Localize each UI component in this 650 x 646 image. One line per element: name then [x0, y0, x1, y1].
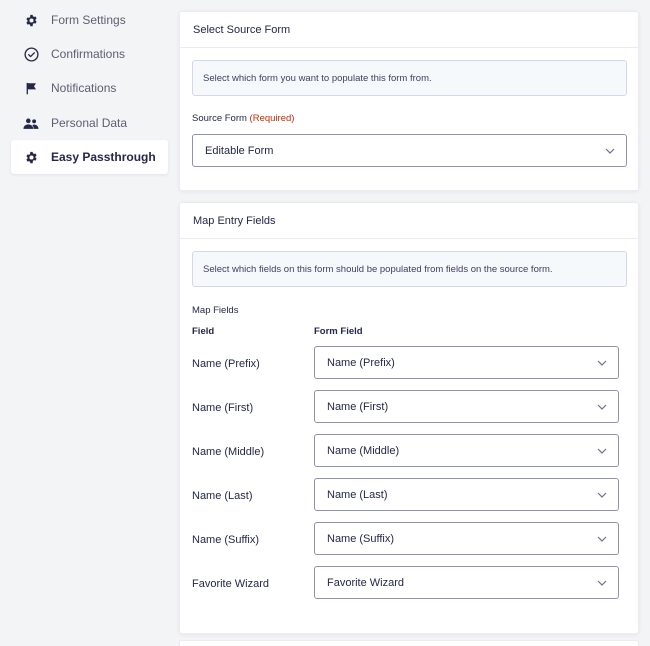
map-fields-label: Map Fields	[192, 305, 239, 316]
sidebar-item-form-settings[interactable]: Form Settings	[11, 3, 168, 37]
source-form-panel: Select Source Form Select which form you…	[179, 11, 639, 191]
field-label: Name (Prefix)	[192, 358, 260, 370]
sidebar-item-label: Confirmations	[51, 47, 126, 61]
map-field-value: Name (Suffix)	[327, 532, 395, 545]
chevron-down-icon	[597, 360, 607, 366]
map-field-value: Name (First)	[327, 400, 389, 413]
map-field-select[interactable]: Favorite Wizard	[314, 566, 619, 599]
chevron-down-icon	[605, 148, 615, 154]
flag-icon	[11, 82, 51, 95]
source-notice: Select which form you want to populate t…	[192, 60, 627, 96]
field-label: Name (Last)	[192, 490, 253, 502]
sidebar-item-personal-data[interactable]: Personal Data	[11, 106, 168, 140]
chevron-down-icon	[597, 536, 607, 542]
map-field-value: Name (Prefix)	[327, 356, 395, 369]
sidebar-item-label: Form Settings	[51, 13, 126, 27]
chevron-down-icon	[597, 580, 607, 586]
map-entry-fields-panel: Map Entry Fields Select which fields on …	[179, 202, 639, 634]
sidebar-item-label: Easy Passthrough	[51, 150, 156, 164]
map-field-value: Name (Last)	[327, 488, 388, 501]
map-field-select[interactable]: Name (Prefix)	[314, 346, 619, 379]
chevron-down-icon	[597, 448, 607, 454]
field-label: Name (Suffix)	[192, 534, 260, 546]
field-label: Name (Middle)	[192, 446, 265, 458]
panel-title: Map Entry Fields	[180, 203, 638, 239]
map-field-value: Favorite Wizard	[327, 576, 405, 589]
sidebar-item-confirmations[interactable]: Confirmations	[11, 37, 168, 71]
sidebar-item-notifications[interactable]: Notifications	[11, 71, 168, 105]
map-notice: Select which fields on this form should …	[192, 251, 627, 287]
chevron-down-icon	[597, 404, 607, 410]
map-field-value: Name (Middle)	[327, 444, 400, 457]
map-field-select[interactable]: Name (Last)	[314, 478, 619, 511]
source-form-value: Editable Form	[205, 144, 274, 157]
column-header-form-field: Form Field	[314, 326, 363, 337]
sidebar-item-label: Personal Data	[51, 116, 128, 130]
next-panel-edge	[179, 640, 639, 646]
sidebar-item-label: Notifications	[51, 81, 117, 95]
map-field-select[interactable]: Name (Middle)	[314, 434, 619, 467]
gear-icon	[11, 151, 51, 164]
map-field-select[interactable]: Name (First)	[314, 390, 619, 423]
gear-icon	[11, 14, 51, 27]
source-form-label: Source Form (Required)	[192, 113, 294, 124]
field-label: Name (First)	[192, 402, 254, 414]
required-indicator: (Required)	[249, 113, 295, 124]
source-form-label-text: Source Form	[192, 113, 247, 124]
field-label: Favorite Wizard	[192, 578, 270, 590]
users-icon	[11, 117, 51, 130]
chevron-down-icon	[597, 492, 607, 498]
map-field-select[interactable]: Name (Suffix)	[314, 522, 619, 555]
check-circle-icon	[11, 46, 51, 62]
panel-title: Select Source Form	[180, 12, 638, 48]
source-form-select[interactable]: Editable Form	[192, 134, 627, 167]
column-header-field: Field	[192, 326, 215, 337]
sidebar-item-easy-passthrough[interactable]: Easy Passthrough	[11, 140, 168, 174]
